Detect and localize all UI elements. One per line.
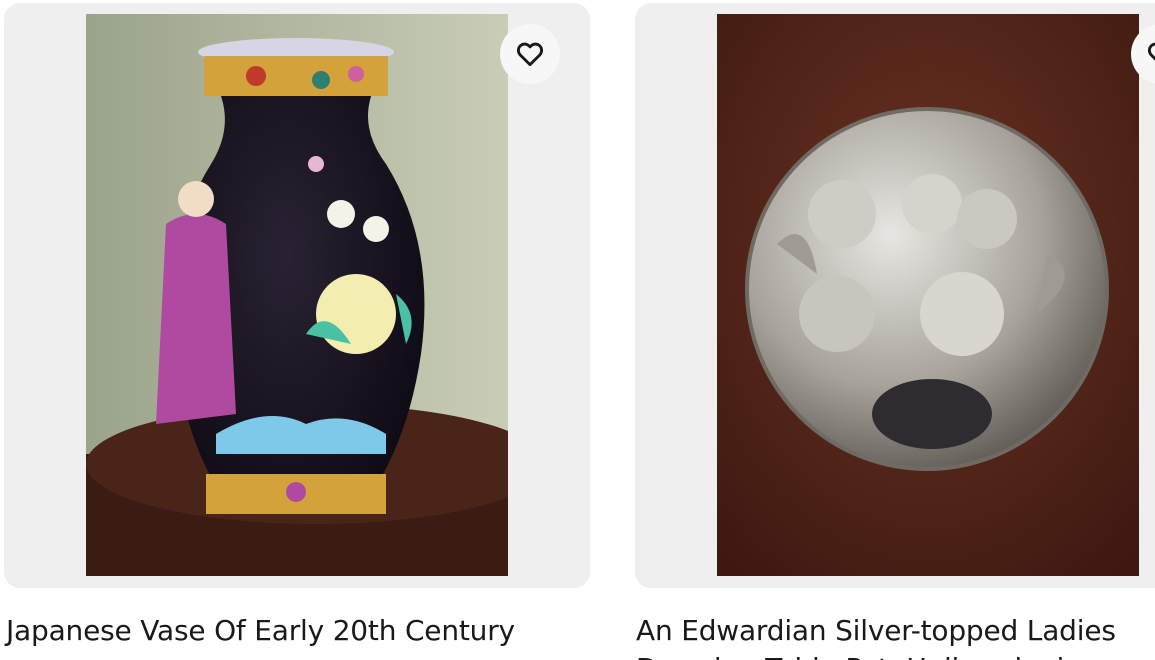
listing-title-line1: An Edwardian Silver-topped Ladies — [636, 614, 1116, 647]
silver-pot-illustration — [717, 14, 1139, 576]
vase-illustration — [86, 14, 508, 576]
heart-outline-icon — [516, 42, 544, 67]
listing-title[interactable]: Japanese Vase Of Early 20th Century — [6, 612, 515, 650]
heart-outline-icon — [1147, 42, 1155, 61]
listing-image-frame[interactable] — [635, 3, 1155, 588]
listings-grid: Japanese Vase Of Early 20th Century An E… — [0, 0, 1155, 660]
listing-title-line2: Dressing Table Pot, Hallmarked... — [636, 650, 1116, 660]
listing-card-vase[interactable]: Japanese Vase Of Early 20th Century — [4, 0, 590, 660]
watch-button[interactable] — [500, 24, 560, 84]
listing-card-silver-pot[interactable]: An Edwardian Silver-topped Ladies Dressi… — [635, 0, 1155, 660]
listing-image-frame[interactable] — [4, 3, 590, 588]
listing-title[interactable]: An Edwardian Silver-topped Ladies Dressi… — [636, 612, 1116, 660]
listing-photo-silver-pot[interactable] — [717, 14, 1139, 576]
listing-photo-vase[interactable] — [86, 14, 508, 576]
